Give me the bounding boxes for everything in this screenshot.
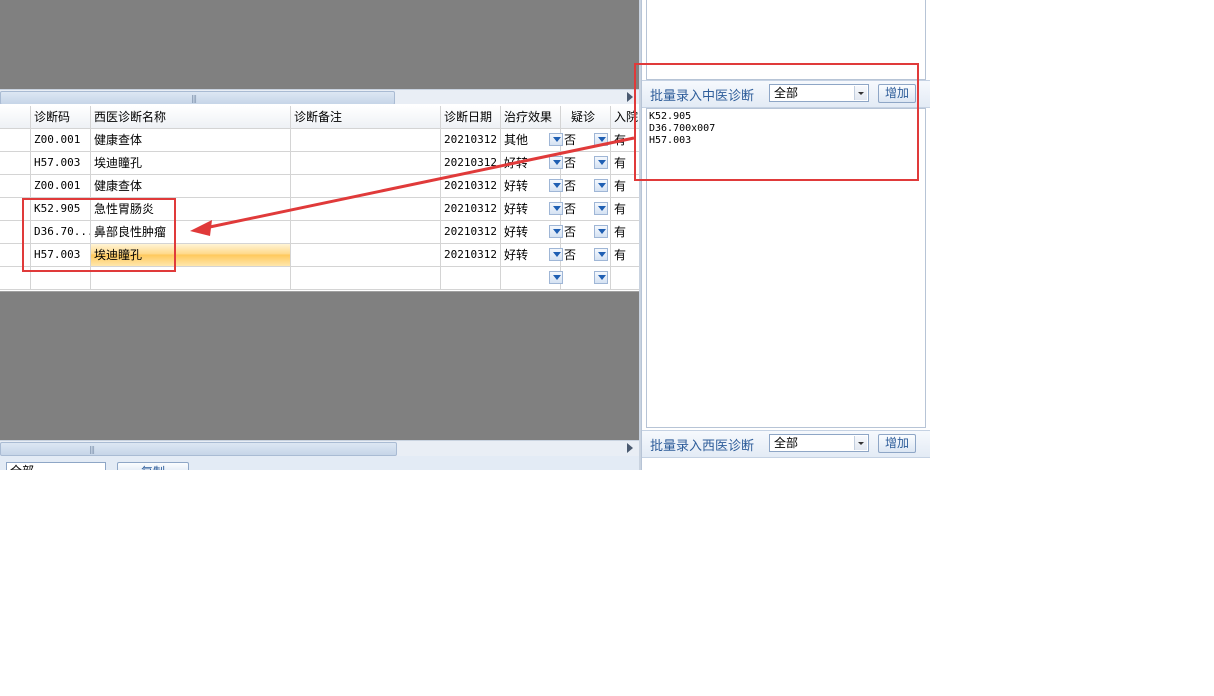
annotation-arrow — [190, 136, 635, 236]
annotation-arrow-head — [190, 220, 212, 236]
annotation-arrow-line — [204, 136, 635, 230]
